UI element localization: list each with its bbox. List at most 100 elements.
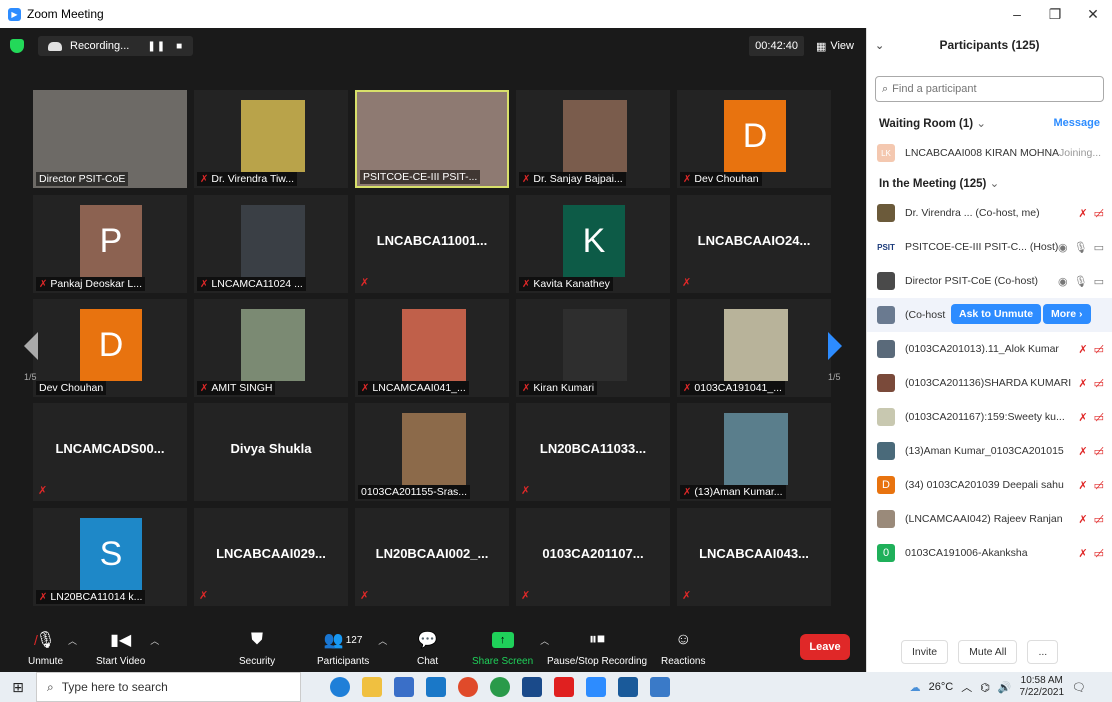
video-tile[interactable]: PSITCOE-CE-III PSIT-...: [355, 90, 509, 188]
video-tile[interactable]: ✗ (13)Aman Kumar...: [677, 403, 831, 501]
participant-row[interactable]: (0103CA201013).11_Alok Kumar ✗ ▭̸: [867, 332, 1112, 366]
notepad-app-icon[interactable]: [650, 677, 670, 697]
video-tile[interactable]: ✗ Dr. Sanjay Bajpai...: [516, 90, 670, 188]
participant-row[interactable]: (0103CA201167):159:Sweety ku... ✗ ▭̸: [867, 400, 1112, 434]
volume-icon[interactable]: 🔊: [998, 681, 1012, 694]
chat-button[interactable]: 💬 Chat: [417, 628, 438, 667]
youtube-app-icon[interactable]: [554, 677, 574, 697]
participant-row[interactable]: 0 0103CA191006-Akanksha ✗ ▭̸: [867, 536, 1112, 570]
more-options-button[interactable]: ...: [1027, 640, 1059, 664]
unmute-button[interactable]: 🎙 / ︿ Unmute: [28, 628, 77, 667]
minimize-button[interactable]: –: [998, 0, 1036, 28]
reactions-button[interactable]: ☺ Reactions: [661, 628, 705, 667]
weather-temp[interactable]: 26°C: [929, 681, 954, 693]
video-tile[interactable]: LNCAMCADS00... ✗: [33, 403, 187, 501]
mail-app-icon[interactable]: [426, 677, 446, 697]
photos-app-icon[interactable]: [618, 677, 638, 697]
start-video-button[interactable]: ▮◀ ︿ Start Video: [96, 628, 159, 667]
windows-start-icon[interactable]: ⊞: [0, 679, 36, 696]
participant-row[interactable]: PSIT PSITCOE-CE-III PSIT-C... (Host) ◉ 🎙 ▭: [867, 230, 1112, 264]
network-icon[interactable]: ⌬: [980, 681, 990, 694]
video-tile[interactable]: LNCABCAAI043... ✗: [677, 508, 831, 606]
video-tile[interactable]: ✗ AMIT SINGH: [194, 299, 348, 397]
participant-row[interactable]: (0103CA201136)SHARDA KUMARI ✗ ▭̸: [867, 366, 1112, 400]
video-tile[interactable]: LN20BCAAI002_... ✗: [355, 508, 509, 606]
share-screen-button[interactable]: ↑ ︿ Share Screen: [472, 628, 549, 667]
file-explorer-app-icon[interactable]: [362, 677, 382, 697]
audio-options-caret-icon[interactable]: ︿: [68, 634, 77, 647]
video-tile[interactable]: ✗ LNCAMCA11024 ...: [194, 195, 348, 293]
participant-row[interactable]: D (34) 0103CA201039 Deepali sahu ✗ ▭̸: [867, 468, 1112, 502]
participant-row[interactable]: Dr. Virendra ... (Co-host, me) ✗ ▭̸: [867, 196, 1112, 230]
video-tile[interactable]: LNCABCAAIO24... ✗: [677, 195, 831, 293]
participant-list: Dr. Virendra ... (Co-host, me) ✗ ▭̸ PSIT PSI…: [867, 196, 1112, 570]
previous-page-arrow-icon[interactable]: [24, 332, 38, 360]
participant-name-label: ✗ Pankaj Deoskar L...: [36, 277, 146, 291]
find-participant-input[interactable]: [892, 83, 1093, 95]
video-tile[interactable]: ✗ Kiran Kumari: [516, 299, 670, 397]
waiting-room-header[interactable]: Waiting Room (1) ⌄ Message: [867, 110, 1112, 136]
paytm-app-icon[interactable]: [522, 677, 542, 697]
video-tile[interactable]: D ✗ Dev Chouhan: [677, 90, 831, 188]
video-tile[interactable]: S ✗ LN20BCA11014 k...: [33, 508, 187, 606]
view-button[interactable]: ▦ View: [816, 36, 854, 56]
video-tile[interactable]: P ✗ Pankaj Deoskar L...: [33, 195, 187, 293]
pause-stop-recording-button[interactable]: ⏸⏹ Pause/Stop Recording: [547, 628, 647, 667]
video-tile[interactable]: LNCABCAAI029... ✗: [194, 508, 348, 606]
collapse-panel-chevron-icon[interactable]: ⌄: [875, 39, 884, 52]
taskbar-clock[interactable]: 10:58 AM 7/22/2021: [1020, 675, 1065, 699]
muted-mic-icon: ✗: [39, 279, 48, 290]
mute-all-button[interactable]: Mute All: [958, 640, 1018, 664]
edge-app-icon[interactable]: [330, 677, 350, 697]
video-tile[interactable]: Director PSIT-CoE: [33, 90, 187, 188]
invite-button[interactable]: Invite: [901, 640, 949, 664]
muted-mic-icon: ✗: [361, 383, 370, 394]
notifications-icon[interactable]: 🗨: [1072, 681, 1086, 694]
participant-row[interactable]: Director PSIT-CoE (Co-host) ◉ 🎙 ▭: [867, 264, 1112, 298]
participant-more-button[interactable]: More ›: [1043, 304, 1091, 324]
maximize-button[interactable]: ❐: [1036, 0, 1074, 28]
in-meeting-label: In the Meeting (125) ⌄: [879, 176, 999, 190]
participant-row[interactable]: (13)Aman Kumar_0103CA201015 ✗ ▭̸: [867, 434, 1112, 468]
encryption-shield-icon[interactable]: [10, 39, 24, 53]
participant-row[interactable]: (LNCAMCAAI042) Rajeev Ranjan ✗ ▭̸: [867, 502, 1112, 536]
stop-recording-icon[interactable]: ■: [176, 41, 183, 52]
leave-button[interactable]: Leave: [800, 634, 850, 660]
whatsapp-app-icon[interactable]: [490, 677, 510, 697]
video-tile[interactable]: K ✗ Kavita Kanathey: [516, 195, 670, 293]
taskbar-search[interactable]: ⌕ Type here to search: [36, 672, 301, 702]
pause-recording-icon[interactable]: ❚❚: [147, 41, 166, 52]
next-page-arrow-icon[interactable]: [828, 332, 842, 360]
video-tile[interactable]: LN20BCA11033... ✗: [516, 403, 670, 501]
security-button[interactable]: ⛊ Security: [239, 628, 275, 667]
close-button[interactable]: ✕: [1074, 0, 1112, 28]
participants-caret-icon[interactable]: ︿: [378, 634, 387, 647]
weather-icon[interactable]: ☁: [910, 681, 921, 694]
zoom-app-icon[interactable]: [586, 677, 606, 697]
video-tile[interactable]: Divya Shukla: [194, 403, 348, 501]
store-app-icon[interactable]: [394, 677, 414, 697]
video-options-caret-icon[interactable]: ︿: [150, 634, 159, 647]
chrome-app-icon[interactable]: [458, 677, 478, 697]
video-tile[interactable]: ✗ 0103CA191041_...: [677, 299, 831, 397]
video-tile[interactable]: 0103CA201155-Sras...: [355, 403, 509, 501]
video-tile[interactable]: ✗ LNCAMCAAI041_...: [355, 299, 509, 397]
participants-button[interactable]: 👥 127 ︿ Participants: [317, 628, 387, 667]
taskbar-search-icon: ⌕: [47, 679, 54, 694]
participant-name-text: Dr. Sanjay Bajpai...: [533, 173, 623, 185]
tray-chevron-icon[interactable]: ︿: [961, 679, 972, 695]
participant-name-text: Dr. Virendra Tiw...: [211, 173, 295, 185]
waiting-participant-name: LNCABCAAI008 KIRAN MOHNAJoining...: [905, 147, 1104, 159]
video-off-icon: ▭̸: [1093, 445, 1104, 458]
find-participant-field[interactable]: ⌕: [875, 76, 1104, 102]
waiting-participant-row[interactable]: LK LNCABCAAI008 KIRAN MOHNAJoining...: [867, 136, 1112, 170]
participant-row[interactable]: (Co-host Ask to Unmute More ›: [867, 298, 1112, 332]
video-tile[interactable]: ✗ Dr. Virendra Tiw...: [194, 90, 348, 188]
video-tile[interactable]: LNCABCA11001... ✗: [355, 195, 509, 293]
in-meeting-header[interactable]: In the Meeting (125) ⌄: [867, 170, 1112, 196]
muted-mic-icon: ✗: [683, 487, 692, 498]
video-tile[interactable]: D Dev Chouhan: [33, 299, 187, 397]
message-button[interactable]: Message: [1054, 117, 1100, 129]
video-tile[interactable]: 0103CA201107... ✗: [516, 508, 670, 606]
ask-to-unmute-button[interactable]: Ask to Unmute: [951, 304, 1042, 324]
